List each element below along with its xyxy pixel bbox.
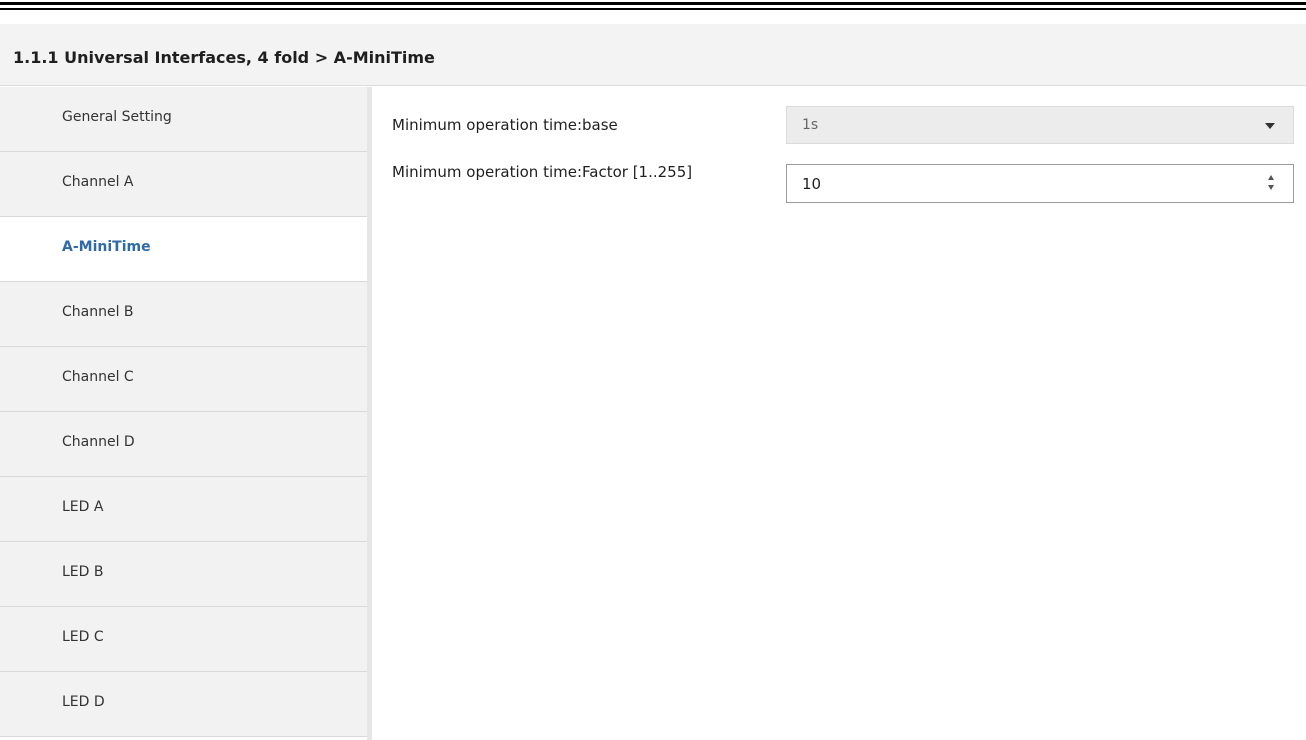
sidebar-item-led-a[interactable]: LED A — [0, 477, 367, 542]
sidebar-item-label: LED C — [62, 629, 104, 645]
sidebar-item-channel-c[interactable]: Channel C — [0, 347, 367, 412]
top-rule-thin — [0, 8, 1306, 10]
sidebar-item-label: Channel C — [62, 369, 134, 385]
sidebar-item-label: Channel D — [62, 434, 135, 450]
sidebar-item-general-setting[interactable]: General Setting — [0, 87, 367, 152]
sidebar-item-label: General Setting — [62, 109, 172, 125]
factor-stepper-value: 10 — [802, 175, 822, 193]
sidebar-item-led-c[interactable]: LED C — [0, 607, 367, 672]
factor-stepper[interactable]: 10 — [786, 164, 1294, 203]
sidebar-item-led-d[interactable]: LED D — [0, 672, 367, 737]
sidebar-item-channel-a[interactable]: Channel A — [0, 152, 367, 217]
sidebar-item-channel-d[interactable]: Channel D — [0, 412, 367, 477]
param-label-factor: Minimum operation time:Factor [1..255] — [392, 163, 693, 181]
top-rule — [0, 2, 1306, 5]
chevron-down-icon — [1265, 123, 1275, 129]
sidebar-item-led-b[interactable]: LED B — [0, 542, 367, 607]
base-dropdown-value: 1s — [802, 117, 819, 133]
sidebar-item-label: LED D — [62, 694, 105, 710]
sidebar-item-label: Channel A — [62, 174, 134, 190]
sidebar-item-label: LED A — [62, 499, 104, 515]
decrement-arrow-icon[interactable] — [1268, 185, 1274, 190]
sidebar-item-channel-b[interactable]: Channel B — [0, 282, 367, 347]
title-bar: 1.1.1 Universal Interfaces, 4 fold > A-M… — [0, 24, 1306, 86]
sidebar: General Setting Channel A A-MiniTime Cha… — [0, 87, 372, 740]
page-title: 1.1.1 Universal Interfaces, 4 fold > A-M… — [13, 48, 435, 67]
sidebar-item-label: A-MiniTime — [62, 239, 151, 255]
param-label-base: Minimum operation time:base — [392, 116, 618, 134]
sidebar-item-label: LED B — [62, 564, 104, 580]
base-dropdown[interactable]: 1s — [786, 106, 1294, 144]
increment-arrow-icon[interactable] — [1268, 175, 1274, 180]
sidebar-item-label: Channel B — [62, 304, 134, 320]
sidebar-item-a-minitime[interactable]: A-MiniTime — [0, 217, 367, 282]
